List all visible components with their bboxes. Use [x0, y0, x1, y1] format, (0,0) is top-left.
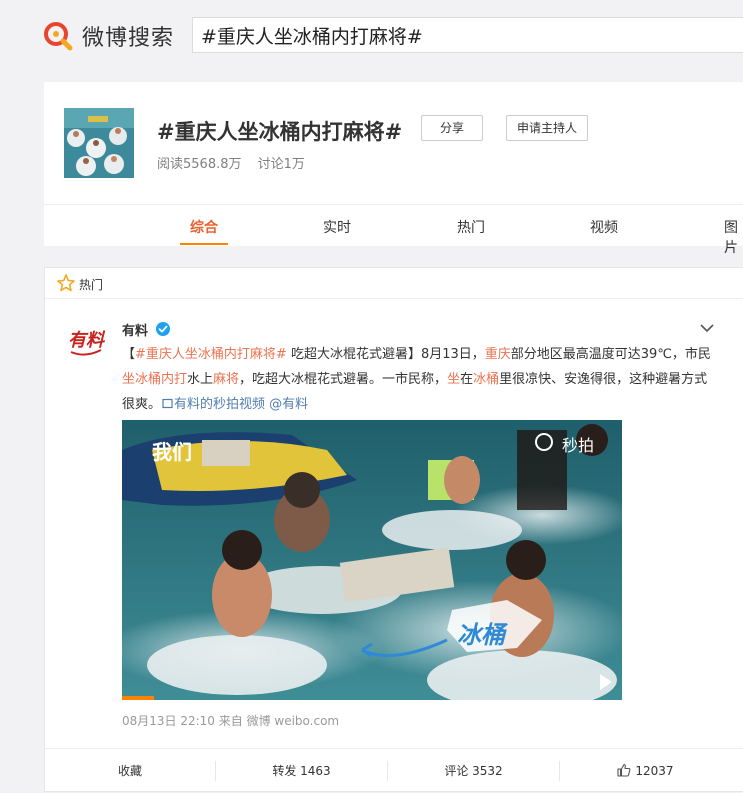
post-source: 来自 微博 weibo.com [218, 714, 340, 728]
hashtag-link[interactable]: #重庆人坐冰桶内打麻将# [135, 347, 287, 362]
video-caption-overlay: 冰桶 [457, 621, 505, 649]
tab-hot[interactable]: 热门 [457, 217, 485, 237]
post-text-part: 部分地区最高温度可达39℃，市民 [510, 347, 711, 362]
post-text-part: 水上 [187, 372, 214, 387]
video-link-icon [162, 398, 173, 409]
post-timestamp[interactable]: 08月13日 22:10 [122, 714, 215, 728]
tab-video[interactable]: 视频 [590, 217, 618, 237]
keyword-highlight: 重庆 [484, 347, 511, 362]
active-tab-indicator [180, 243, 228, 245]
author-avatar-image: 有料 [68, 330, 106, 356]
tab-comprehensive[interactable]: 综合 [190, 217, 218, 237]
keyword-highlight: 坐冰桶内打 [122, 372, 188, 387]
post-text-part: 【 [122, 347, 136, 362]
favorite-button[interactable]: 收藏 [45, 749, 215, 793]
post-text-part: 吃超大冰棍花式避暑】8月13日， [286, 347, 485, 362]
verified-badge-icon [156, 322, 170, 336]
header: 微博搜索 [0, 0, 743, 78]
post-meta: 08月13日 22:10 来自 微博 weibo.com [122, 712, 339, 729]
avatar-logo-text: 有料 [68, 330, 106, 351]
author-avatar[interactable]: 有料 [65, 320, 107, 362]
chevron-down-icon[interactable] [699, 320, 715, 336]
read-count: 阅读5568.8万 [157, 157, 242, 172]
search-box[interactable] [192, 17, 743, 53]
tab-images[interactable]: 图片 [724, 217, 743, 257]
mention-link[interactable]: @有料 [265, 397, 308, 412]
author-name[interactable]: 有料 [122, 320, 148, 339]
keyword-highlight: 冰桶 [473, 372, 500, 387]
post-text-part: 在 [460, 372, 474, 387]
video-link[interactable]: 有料的秒拍视频 [161, 397, 265, 412]
topic-stats: 阅读5568.8万 讨论1万 [157, 153, 317, 172]
like-count: 12037 [635, 764, 674, 778]
star-icon [57, 274, 75, 292]
topic-title: #重庆人坐冰桶内打麻将# [157, 120, 403, 144]
keyword-highlight: 坐 [447, 372, 461, 387]
discussion-count: 讨论1万 [257, 157, 305, 172]
logo-text: 微博搜索 [82, 26, 175, 51]
comment-button[interactable]: 评论 3532 [388, 749, 559, 793]
post-text-part: ，吃超大冰棍花式避暑。一市民称， [239, 372, 448, 387]
topic-thumbnail[interactable] [64, 108, 134, 178]
video-frame-image [122, 420, 622, 700]
post-actions: 收藏 转发 1463 评论 3532 12037 [45, 748, 743, 793]
post-text: 【#重庆人坐冰桶内打麻将# 吃超大冰棍花式避暑】8月13日，重庆部分地区最高温度… [122, 342, 712, 417]
search-input[interactable] [201, 22, 741, 48]
tab-realtime[interactable]: 实时 [323, 217, 351, 237]
section-label: 热门 [79, 278, 104, 292]
video-brand-watermark: 我们 [152, 440, 192, 464]
video-link-label: 有料的秒拍视频 [174, 397, 266, 412]
post-video[interactable]: 我们 秒拍 冰桶 [122, 420, 622, 700]
video-source-watermark: 秒拍 [562, 436, 595, 455]
apply-host-button[interactable]: 申请主持人 [506, 115, 588, 141]
feed-section-header: 热门 [45, 268, 743, 299]
tab-bar: 综合 实时 热门 视频 图片 [44, 204, 743, 256]
feed-card: 热门 有料 有料 【#重庆人坐冰桶内打麻将# 吃超大冰棍花式避暑】8月13日，重… [44, 267, 743, 792]
thumbs-up-icon [617, 763, 631, 777]
topic-thumbnail-image [64, 108, 134, 178]
share-button[interactable]: 分享 [421, 115, 483, 141]
like-button[interactable]: 12037 [560, 749, 731, 793]
weibo-logo-icon [44, 22, 73, 51]
weibo-search-logo[interactable]: 微博搜索 [42, 20, 174, 52]
repost-button[interactable]: 转发 1463 [216, 749, 387, 793]
keyword-highlight: 麻将 [213, 372, 240, 387]
topic-card: #重庆人坐冰桶内打麻将# 分享 申请主持人 阅读5568.8万 讨论1万 综合 … [44, 82, 743, 256]
